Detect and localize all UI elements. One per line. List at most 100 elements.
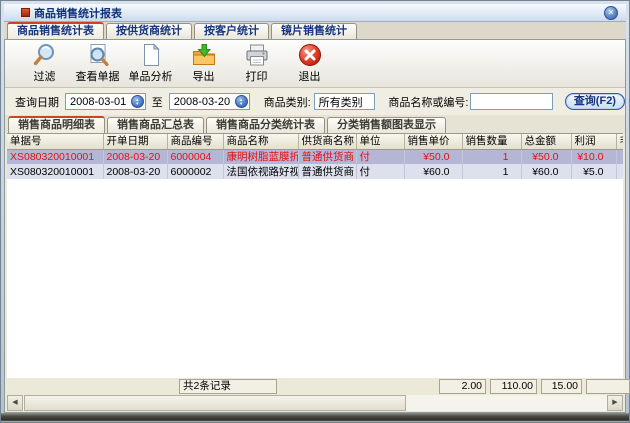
cell-order-date: 2008-03-20 xyxy=(103,149,167,164)
cell-product-code: 6000002 xyxy=(167,164,223,179)
grid-header-row: 单据号 开单日期 商品编号 商品名称 供货商名称 单位 销售单价 销售数量 总金… xyxy=(7,134,623,149)
filter-button[interactable]: 过滤 xyxy=(18,42,71,86)
cell-unit-price: ¥50.0 xyxy=(404,149,462,164)
tab-product-sales-stats[interactable]: 商品销售统计表 xyxy=(7,22,104,39)
close-button[interactable]: ✕ xyxy=(604,6,618,20)
margin-total-box xyxy=(586,379,630,394)
cell-total-amount: ¥50.0 xyxy=(521,149,571,164)
search-button[interactable]: 查询(F2) xyxy=(565,93,625,110)
col-header-margin[interactable]: 毛利率(%) xyxy=(616,134,623,149)
cell-receipt-no: XS080320010001 xyxy=(7,164,103,179)
subtab-sales-summary[interactable]: 销售商品汇总表 xyxy=(107,117,204,133)
cell-unit: 付 xyxy=(356,149,404,164)
window-bottom-frame xyxy=(1,413,629,422)
to-label: 至 xyxy=(152,94,163,110)
cell-unit-price: ¥60.0 xyxy=(404,164,462,179)
window-title: 商品销售统计报表 xyxy=(34,5,122,21)
printer-icon xyxy=(244,42,270,68)
cell-order-date: 2008-03-20 xyxy=(103,164,167,179)
profit-total-box: 15.00 xyxy=(541,379,582,394)
table-row-selected[interactable]: XS080320010001 2008-03-20 6000004 康明树脂蓝膜… xyxy=(7,149,623,164)
scrollbar-thumb[interactable] xyxy=(24,395,406,411)
table-row[interactable]: XS080320010001 2008-03-20 6000002 法国依视路好… xyxy=(7,164,623,179)
tool-label: 查看单据 xyxy=(76,68,120,84)
col-header-unit[interactable]: 单位 xyxy=(356,134,404,149)
cell-supplier-name: 普通供货商 xyxy=(298,149,356,164)
keyword-input[interactable] xyxy=(470,93,552,110)
view-receipt-button[interactable]: 查看单据 xyxy=(71,42,124,86)
item-analysis-button[interactable]: 单品分析 xyxy=(124,42,177,86)
category-value: 所有类别 xyxy=(319,94,363,110)
filter-bar: 查询日期 2008-03-01 ▲▼ 至 2008-03-20 ▲▼ 商品类别: xyxy=(5,88,625,115)
subtab-category-stats[interactable]: 销售商品分类统计表 xyxy=(206,117,325,133)
date-to-value: 2008-03-20 xyxy=(174,96,230,108)
exit-icon xyxy=(297,42,323,68)
report-window: 商品销售统计报表 ✕ 商品销售统计表 按供货商统计 按客户统计 镜片销售统计 xyxy=(0,0,630,423)
col-header-product-name[interactable]: 商品名称 xyxy=(223,134,298,149)
col-header-order-date[interactable]: 开单日期 xyxy=(103,134,167,149)
toolbar: 过滤 查看单据 xyxy=(5,40,625,88)
col-header-total-amount[interactable]: 总金额 xyxy=(521,134,571,149)
cell-receipt-no: XS080320010001 xyxy=(7,149,103,164)
cell-profit: ¥5.0 xyxy=(571,164,616,179)
quantity-total-box: 2.00 xyxy=(439,379,486,394)
col-header-profit[interactable]: 利润 xyxy=(571,134,616,149)
exit-button[interactable]: 退出 xyxy=(283,42,336,86)
date-from-value: 2008-03-01 xyxy=(70,96,126,108)
magnifier-icon xyxy=(32,42,58,68)
cell-quantity: 1 xyxy=(462,149,521,164)
main-tab-bar: 商品销售统计表 按供货商统计 按客户统计 镜片销售统计 xyxy=(4,22,626,39)
category-input[interactable]: 所有类别 xyxy=(314,93,376,110)
sales-detail-grid: 单据号 开单日期 商品编号 商品名称 供货商名称 单位 销售单价 销售数量 总金… xyxy=(7,133,623,378)
subtab-category-chart[interactable]: 分类销售额图表显示 xyxy=(327,117,446,133)
tool-label: 打印 xyxy=(246,68,268,84)
export-folder-icon xyxy=(191,42,217,68)
window-icon xyxy=(21,8,30,17)
tool-label: 导出 xyxy=(193,68,215,84)
scroll-right-icon[interactable]: ▶ xyxy=(607,395,623,411)
date-from-spinner-icon[interactable]: ▲▼ xyxy=(131,95,144,108)
subtab-sales-detail[interactable]: 销售商品明细表 xyxy=(8,116,105,133)
category-label: 商品类别: xyxy=(264,94,311,110)
view-document-icon xyxy=(85,42,111,68)
keyword-label: 商品名称或编号: xyxy=(388,94,468,110)
tab-by-customer[interactable]: 按客户统计 xyxy=(194,23,269,39)
cell-product-name: 法国依视路好视力树脂 xyxy=(223,164,298,179)
print-button[interactable]: 打印 xyxy=(230,42,283,86)
cell-margin: 8.33 xyxy=(616,164,623,179)
export-button[interactable]: 导出 xyxy=(177,42,230,86)
date-range-label: 查询日期 xyxy=(15,94,59,110)
cell-profit: ¥10.0 xyxy=(571,149,616,164)
col-header-receipt-no[interactable]: 单据号 xyxy=(7,134,103,149)
grid-table: 单据号 开单日期 商品编号 商品名称 供货商名称 单位 销售单价 销售数量 总金… xyxy=(7,134,623,179)
horizontal-scrollbar[interactable]: ◀ ▶ xyxy=(7,395,623,411)
scroll-left-icon[interactable]: ◀ xyxy=(7,395,23,411)
col-header-product-code[interactable]: 商品编号 xyxy=(167,134,223,149)
tool-label: 退出 xyxy=(299,68,321,84)
date-from-field[interactable]: 2008-03-01 ▲▼ xyxy=(65,93,146,110)
tool-label: 过滤 xyxy=(34,68,56,84)
cell-quantity: 1 xyxy=(462,164,521,179)
date-to-field[interactable]: 2008-03-20 ▲▼ xyxy=(169,93,250,110)
col-header-supplier-name[interactable]: 供货商名称 xyxy=(298,134,356,149)
window-body: 商品销售统计报表 ✕ 商品销售统计表 按供货商统计 按客户统计 镜片销售统计 xyxy=(4,4,626,413)
tab-content-panel: 过滤 查看单据 xyxy=(4,39,626,413)
amount-total-box: 110.00 xyxy=(490,379,537,394)
tab-lens-sales[interactable]: 镜片销售统计 xyxy=(271,23,357,39)
document-icon xyxy=(138,42,164,68)
cell-supplier-name: 普通供货商 xyxy=(298,164,356,179)
col-header-unit-price[interactable]: 销售单价 xyxy=(404,134,462,149)
cell-product-code: 6000004 xyxy=(167,149,223,164)
record-count-box: 共2条记录 xyxy=(179,379,277,394)
col-header-quantity[interactable]: 销售数量 xyxy=(462,134,521,149)
summary-bar: 共2条记录 2.00 110.00 15.00 xyxy=(7,378,623,395)
cell-margin: 20 xyxy=(616,149,623,164)
sub-tab-bar: 销售商品明细表 销售商品汇总表 销售商品分类统计表 分类销售额图表显示 xyxy=(5,115,625,133)
cell-unit: 付 xyxy=(356,164,404,179)
date-to-spinner-icon[interactable]: ▲▼ xyxy=(235,95,248,108)
cell-product-name: 康明树脂蓝膜折射1.49 xyxy=(223,149,298,164)
tab-by-supplier[interactable]: 按供货商统计 xyxy=(106,23,192,39)
cell-total-amount: ¥60.0 xyxy=(521,164,571,179)
title-bar: 商品销售统计报表 ✕ xyxy=(4,4,626,22)
tool-label: 单品分析 xyxy=(129,68,173,84)
